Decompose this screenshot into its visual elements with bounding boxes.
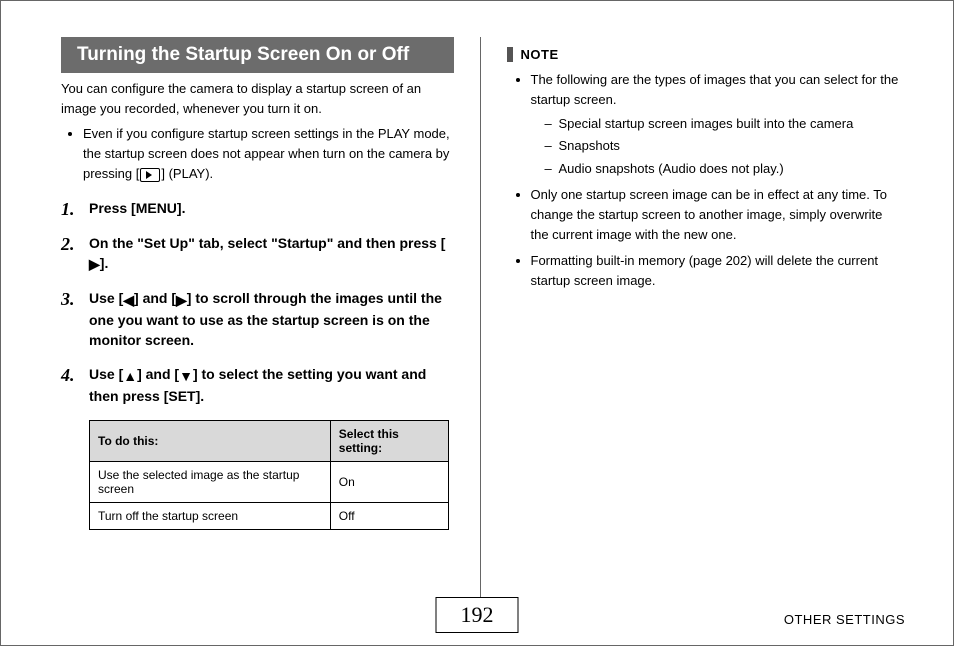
step-4-pre: Use [ [89,366,123,382]
down-triangle-icon: ▼ [179,366,193,386]
footer-section-label: OTHER SETTINGS [784,612,905,627]
table-cell-setting: Off [330,503,448,530]
note-sublist: Special startup screen images built into… [531,114,900,178]
step-3: Use [◀] and [▶] to scroll through the im… [61,288,454,350]
table-header-action: To do this: [90,421,331,462]
step-2-post: ]. [100,255,109,271]
right-triangle-icon: ▶ [89,254,100,274]
table-row: Turn off the startup screen Off [90,503,449,530]
step-1: Press [MENU]. [61,198,454,218]
settings-table: To do this: Select this setting: Use the… [89,420,449,530]
play-icon [140,168,160,182]
note-item: The following are the types of images th… [531,70,900,179]
section-heading: Turning the Startup Screen On or Off [61,37,454,73]
step-4: Use [▲] and [▼] to select the setting yo… [61,364,454,406]
left-triangle-icon: ◀ [123,290,134,310]
page-number: 192 [436,597,519,633]
right-column: NOTE The following are the types of imag… [481,37,922,597]
table-cell-action: Turn off the startup screen [90,503,331,530]
left-column: Turning the Startup Screen On or Off You… [33,37,481,597]
intro-bullet: Even if you configure startup screen set… [83,124,454,184]
intro-bullet-list: Even if you configure startup screen set… [61,124,454,184]
table-cell-action: Use the selected image as the startup sc… [90,462,331,503]
table-cell-setting: On [330,462,448,503]
table-row: Use the selected image as the startup sc… [90,462,449,503]
step-list: Press [MENU]. On the "Set Up" tab, selec… [61,198,454,406]
table-header-setting: Select this setting: [330,421,448,462]
two-column-layout: Turning the Startup Screen On or Off You… [33,37,921,597]
manual-page: Turning the Startup Screen On or Off You… [0,0,954,646]
step-2: On the "Set Up" tab, select "Startup" an… [61,233,454,275]
up-triangle-icon: ▲ [123,366,137,386]
note-subitem: Special startup screen images built into… [545,114,900,134]
step-3-mid: ] and [ [134,290,176,306]
step-4-mid: ] and [ [137,366,179,382]
note-heading: NOTE [507,47,900,62]
intro-bullet-text-post: ] (PLAY). [161,166,213,181]
note-item-text: The following are the types of images th… [531,72,899,107]
note-item: Only one startup screen image can be in … [531,185,900,245]
note-item: Formatting built-in memory (page 202) wi… [531,251,900,291]
note-list: The following are the types of images th… [507,70,900,291]
intro-paragraph: You can configure the camera to display … [61,79,454,118]
note-subitem: Snapshots [545,136,900,156]
right-triangle-icon: ▶ [176,290,187,310]
step-2-pre: On the "Set Up" tab, select "Startup" an… [89,235,445,251]
table-header-row: To do this: Select this setting: [90,421,449,462]
step-3-pre: Use [ [89,290,123,306]
note-subitem: Audio snapshots (Audio does not play.) [545,159,900,179]
intro-bullet-text-pre: Even if you configure startup screen set… [83,126,450,181]
